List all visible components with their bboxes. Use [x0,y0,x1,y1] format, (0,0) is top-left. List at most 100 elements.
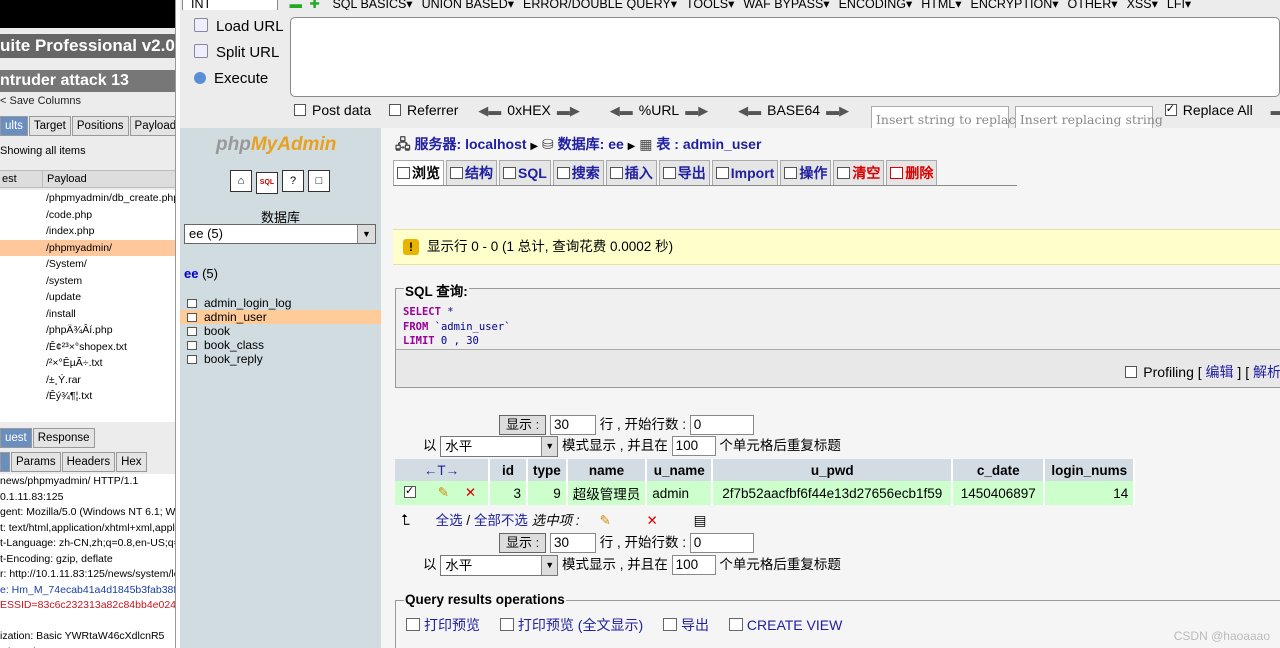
column-header[interactable]: c_date [952,459,1046,481]
tab-structure[interactable]: 结构 [446,160,497,186]
hackbar-menu-item[interactable]: UNION BASED▾ [422,0,514,10]
column-header[interactable]: id [489,459,528,481]
display-button[interactable]: 显示 : [499,415,547,436]
tab-raw[interactable] [0,452,10,472]
split-url-button[interactable]: Split URL [194,44,279,61]
delete-selected-icon[interactable]: ✕ [647,513,658,528]
plus-icon[interactable]: ✚ [309,0,319,10]
home-icon[interactable]: ⌂ [230,170,252,192]
table-link[interactable]: admin_user [180,310,381,324]
repeat-header-input[interactable]: 100 [671,436,716,457]
database-select[interactable]: ee (5) ▼ [184,224,376,244]
list-item[interactable]: /Ê¢²³×°shopex.txt [0,339,175,356]
hex-encode-arrow-icon[interactable]: ▬▶ [557,103,580,119]
hackbar-menu-item[interactable]: TOOLS▾ [686,0,734,10]
edit-link[interactable]: 编辑 [1206,364,1234,380]
list-item[interactable]: /code.php [0,207,175,224]
hackbar-menu-item[interactable]: SQL BASICS▾ [332,0,412,10]
list-item[interactable]: /phpmyadmin/db_create.php [0,190,175,207]
repeat-header-input[interactable]: 100 [671,555,716,576]
select-all-link[interactable]: 全选 [436,513,463,528]
start-row-input[interactable]: 0 [689,533,754,554]
table-link[interactable]: book_reply [180,352,381,366]
burp-menu[interactable]: < Save Columns [0,95,81,107]
help-icon[interactable]: ? [282,170,304,192]
mode-select[interactable]: 水平 ▼ [440,554,559,576]
export-selected-icon[interactable]: ▤ [694,513,707,528]
export-link[interactable]: 导出 [663,617,709,633]
delete-x-icon[interactable]: ✕ [465,485,476,500]
tab-target[interactable]: Target [28,116,71,136]
row-checkbox[interactable] [404,484,416,498]
sql-query-icon[interactable]: SQL [256,172,278,194]
tab-search[interactable]: 搜索 [552,160,604,186]
hex-decode-arrow-icon[interactable]: ◀▬ [478,103,501,119]
table-link[interactable]: book_class [180,338,381,352]
column-header[interactable]: login_nums [1044,459,1136,481]
base64-encode-arrow-icon[interactable]: ▬▶ [826,103,849,119]
hackbar-menu-item[interactable]: ENCODING▾ [839,0,913,10]
list-item[interactable]: /phpÄ¾Âí.php [0,322,175,339]
list-item[interactable]: /phpmyadmin/ [0,239,175,256]
list-item[interactable]: /update [0,289,175,306]
deselect-all-link[interactable]: 全部不选 [474,513,528,528]
list-item[interactable]: /±¸Ý.rar [0,372,175,389]
tab-import[interactable]: Import [711,160,779,186]
print-view-link[interactable]: 打印预览 [406,617,480,633]
base64-decode-arrow-icon[interactable]: ◀▬ [738,103,761,119]
column-header[interactable]: u_pwd [712,459,954,481]
hackbar-menu-item[interactable]: WAF BYPASS▾ [743,0,829,10]
list-item[interactable]: /system [0,273,175,290]
replace-all-checkbox[interactable] [1164,102,1177,116]
hackbar-menu-item[interactable]: ENCRYPTION▾ [971,0,1059,10]
table-link[interactable]: book [180,324,381,338]
hackbar-menu-item[interactable]: OTHER▾ [1068,0,1118,10]
col-payload[interactable]: Payload [42,171,87,188]
column-header[interactable]: name [566,459,648,481]
tab-export[interactable]: 导出 [658,160,710,186]
table-link[interactable]: admin_login_log [180,296,381,310]
edit-selected-icon[interactable]: ✎ [599,513,610,528]
column-header[interactable]: u_name [646,459,714,481]
crumb-table[interactable]: 表 : admin_user [656,136,761,152]
tab-results[interactable]: ults [0,116,28,136]
tab-request[interactable]: uest [0,428,32,448]
col-request[interactable]: est [2,171,17,188]
hackbar-menu-item[interactable]: XSS▾ [1127,0,1158,10]
column-arrows-header[interactable]: ←T→ [395,459,490,481]
docs-icon[interactable]: □ [308,170,330,192]
url-encode-arrow-icon[interactable]: ▬▶ [685,103,708,119]
more-arrow-icon[interactable]: ▬ [1271,103,1280,118]
create-view-link[interactable]: CREATE VIEW [728,617,842,633]
phpmyadmin-logo[interactable]: phpMyAdmin [216,134,336,156]
column-header[interactable]: type [527,459,568,481]
list-item[interactable]: /index.php [0,223,175,240]
start-row-input[interactable]: 0 [689,415,754,436]
mode-select[interactable]: 水平 ▼ [440,435,559,457]
tab-params[interactable]: Params [11,452,61,472]
tab-hex[interactable]: Hex [116,452,147,472]
rows-input[interactable]: 30 [550,415,596,436]
crumb-server[interactable]: 服务器: localhost [415,136,527,152]
tab-response[interactable]: Response [32,428,95,448]
referrer-checkbox[interactable] [389,104,402,116]
filter-status[interactable]: Showing all items [0,145,86,157]
load-url-button[interactable]: Load URL [194,18,284,35]
list-item[interactable]: /²×°ÊµÃ÷.txt [0,355,175,372]
int-select[interactable]: INT [182,0,278,10]
explain-link[interactable]: 解析 [1253,364,1280,380]
tab-drop[interactable]: 删除 [886,160,938,186]
post-data-checkbox[interactable] [294,104,306,116]
list-item[interactable]: /Êý¾¶¦.txt [0,388,175,405]
hackbar-menu-item[interactable]: HTML▾ [921,0,961,10]
tab-empty[interactable]: 清空 [833,160,885,186]
url-decode-arrow-icon[interactable]: ◀▬ [610,103,633,119]
tab-browse[interactable]: 浏览 [393,160,444,186]
url-textarea[interactable] [290,17,1280,97]
hackbar-menu-item[interactable]: LFI▾ [1167,0,1191,10]
tab-sql[interactable]: SQL [499,160,551,186]
print-view-full-link[interactable]: 打印预览 (全文显示) [499,617,643,633]
tab-positions[interactable]: Positions [71,116,129,136]
tab-payloads[interactable]: Payloads [129,116,175,136]
crumb-database[interactable]: 数据库: ee [558,136,624,152]
